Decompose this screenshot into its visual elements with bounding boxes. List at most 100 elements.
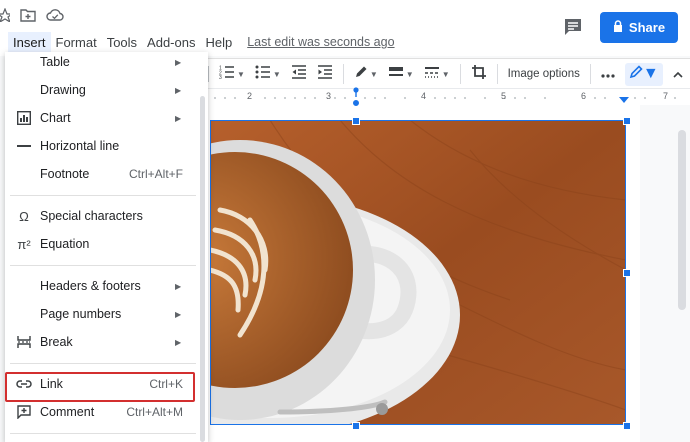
chevron-down-icon: ▼ bbox=[237, 69, 245, 79]
menu-item-label: Table bbox=[40, 55, 70, 69]
link-highlight-box bbox=[5, 372, 195, 402]
move-folder-icon[interactable] bbox=[20, 8, 36, 27]
menu-item-headers-footers[interactable]: Headers & footers ▶ bbox=[5, 273, 201, 299]
decrease-indent-button[interactable] bbox=[291, 62, 307, 86]
menu-item-label: Break bbox=[40, 335, 73, 349]
more-options-button[interactable] bbox=[601, 62, 615, 86]
collapse-toolbar-button[interactable] bbox=[673, 62, 683, 86]
crop-button[interactable] bbox=[471, 62, 487, 86]
ruler-tick-label: 3 bbox=[326, 91, 332, 101]
menu-item-break[interactable]: Break ▶ bbox=[5, 329, 201, 355]
toolbar-separator bbox=[589, 64, 591, 84]
last-edit-link[interactable]: Last edit was seconds ago bbox=[247, 35, 394, 49]
document-scrollbar[interactable] bbox=[678, 130, 686, 310]
ruler-tick-label: 6 bbox=[581, 91, 587, 101]
share-button[interactable]: Share bbox=[600, 12, 678, 43]
menu-scrollbar[interactable] bbox=[200, 96, 205, 442]
break-icon bbox=[15, 333, 33, 351]
decrease-indent-icon bbox=[291, 64, 307, 84]
numbered-list-button[interactable]: 123 ▼ bbox=[219, 62, 245, 86]
image-options-button[interactable]: Image options bbox=[508, 68, 580, 80]
submenu-arrow-icon: ▶ bbox=[175, 309, 182, 319]
menu-item-label: Equation bbox=[40, 237, 90, 251]
comment-history-icon[interactable] bbox=[562, 16, 584, 38]
menu-item-chart[interactable]: Chart ▶ bbox=[5, 105, 201, 131]
resize-handle[interactable] bbox=[352, 422, 360, 430]
formatting-toolbar: 123 ▼ ▼ ▼ ▼ ▼ Image options ▼ bbox=[205, 58, 690, 89]
menu-item-label: Chart bbox=[40, 111, 71, 125]
horizontal-line-icon bbox=[15, 137, 33, 155]
chart-icon bbox=[15, 109, 33, 127]
bulleted-list-icon bbox=[255, 65, 271, 84]
edit-pencil-icon bbox=[629, 64, 643, 84]
menu-item-label: Headers & footers bbox=[40, 279, 141, 293]
left-indent-marker-icon[interactable] bbox=[352, 87, 360, 99]
menu-item-footnote[interactable]: Footnote Ctrl+Alt+F bbox=[5, 161, 201, 187]
menu-item-special-characters[interactable]: Ω Special characters bbox=[5, 203, 201, 229]
editing-mode-button[interactable]: ▼ bbox=[624, 62, 663, 86]
resize-handle[interactable] bbox=[352, 117, 360, 125]
numbered-list-icon: 123 bbox=[219, 65, 235, 84]
menu-item-label: Footnote bbox=[40, 167, 90, 181]
menu-item-drawing[interactable]: Drawing ▶ bbox=[5, 77, 201, 103]
menu-help[interactable]: Help bbox=[200, 32, 237, 53]
chevron-down-icon: ▼ bbox=[405, 69, 414, 79]
submenu-arrow-icon: ▶ bbox=[175, 281, 182, 291]
shortcut-label: Ctrl+Alt+M bbox=[126, 405, 183, 419]
chevron-down-icon: ▼ bbox=[369, 69, 378, 79]
menu-item-page-numbers[interactable]: Page numbers ▶ bbox=[5, 301, 201, 327]
menu-item-equation[interactable]: π² Equation bbox=[5, 231, 201, 257]
ruler-tick-label: 5 bbox=[501, 91, 507, 101]
crop-icon bbox=[471, 64, 487, 85]
title-icons bbox=[0, 6, 74, 28]
omega-icon: Ω bbox=[19, 208, 29, 224]
toolbar-separator bbox=[459, 64, 461, 84]
star-icon[interactable] bbox=[0, 6, 14, 27]
border-weight-icon bbox=[388, 65, 404, 84]
increase-indent-button[interactable] bbox=[317, 62, 333, 86]
chevron-down-icon: ▼ bbox=[272, 69, 281, 79]
chevron-down-icon: ▼ bbox=[441, 69, 450, 79]
menu-divider bbox=[10, 433, 196, 434]
menu-item-label: Page numbers bbox=[40, 307, 122, 321]
menu-divider bbox=[10, 265, 196, 266]
menu-item-horizontal-line[interactable]: Horizontal line bbox=[5, 133, 201, 159]
toolbar-separator bbox=[496, 64, 498, 84]
increase-indent-icon bbox=[317, 64, 333, 84]
submenu-arrow-icon: ▶ bbox=[175, 337, 182, 347]
menu-item-label: Comment bbox=[40, 405, 95, 419]
submenu-arrow-icon: ▶ bbox=[175, 57, 182, 67]
lock-icon bbox=[613, 20, 629, 35]
submenu-arrow-icon: ▶ bbox=[175, 113, 182, 123]
pi-icon: π² bbox=[17, 236, 31, 252]
pencil-icon bbox=[354, 65, 368, 84]
rotate-handle[interactable] bbox=[352, 99, 360, 107]
menu-item-comment[interactable]: Comment Ctrl+Alt+M bbox=[5, 399, 201, 425]
menu-divider bbox=[10, 363, 196, 364]
right-indent-marker-icon[interactable] bbox=[619, 95, 629, 105]
resize-handle[interactable] bbox=[623, 269, 631, 277]
toolbar-separator bbox=[342, 64, 344, 84]
border-dash-button[interactable]: ▼ bbox=[424, 62, 450, 86]
share-label: Share bbox=[628, 20, 666, 35]
ruler-tick-label: 4 bbox=[421, 91, 427, 101]
image-selection-border bbox=[210, 120, 626, 425]
svg-text:3: 3 bbox=[219, 75, 222, 79]
bulleted-list-button[interactable]: ▼ bbox=[255, 62, 281, 86]
cloud-saved-icon[interactable] bbox=[46, 8, 64, 27]
docs-header: Insert Format Tools Add-ons Help Last ed… bbox=[0, 0, 690, 56]
ruler-tick-label: 2 bbox=[247, 91, 253, 101]
border-color-button[interactable]: ▼ bbox=[354, 62, 378, 86]
horizontal-ruler[interactable]: 2 3 4 5 6 7 bbox=[205, 87, 690, 106]
menu-item-label: Drawing bbox=[40, 83, 86, 97]
menu-item-table[interactable]: Table ▶ bbox=[5, 49, 201, 75]
ruler-tick-label: 7 bbox=[663, 91, 669, 101]
resize-handle[interactable] bbox=[623, 117, 631, 125]
resize-handle[interactable] bbox=[623, 422, 631, 430]
more-horizontal-icon bbox=[601, 65, 615, 83]
menu-item-label: Horizontal line bbox=[40, 139, 120, 153]
submenu-arrow-icon: ▶ bbox=[175, 85, 182, 95]
chevron-up-icon bbox=[673, 65, 683, 83]
menu-divider bbox=[10, 195, 196, 196]
border-weight-button[interactable]: ▼ bbox=[388, 62, 414, 86]
